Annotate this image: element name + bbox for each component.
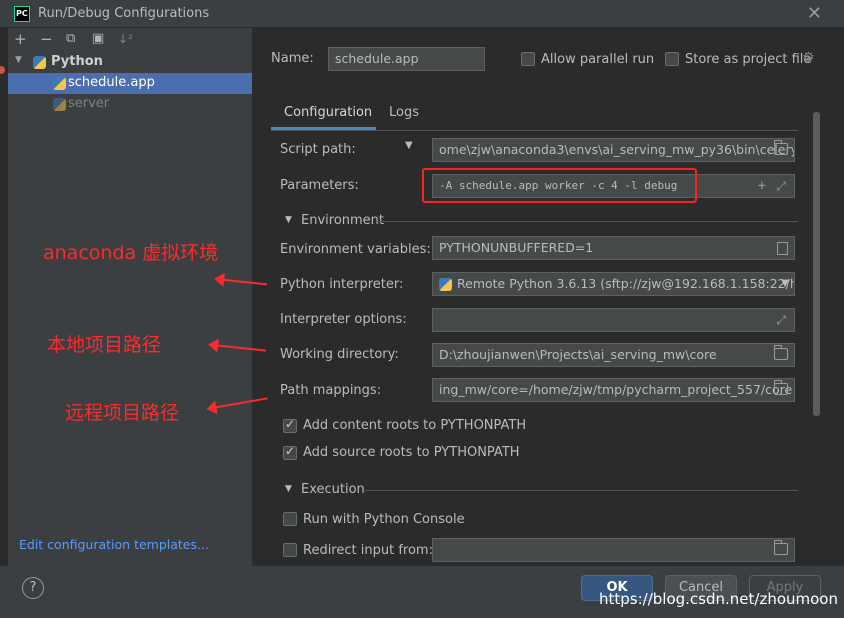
tree-item-label: server: [68, 96, 110, 111]
folder-icon[interactable]: [774, 540, 788, 555]
allow-parallel-checkbox[interactable]: [521, 52, 535, 66]
interp-options-label: Interpreter options:: [280, 312, 407, 327]
working-dir-value: D:\zhoujianwen\Projects\ai_serving_mw\co…: [439, 347, 717, 362]
script-path-value: ome\zjw\anaconda3\envs\ai_serving_mw_py3…: [439, 142, 795, 157]
interp-options-field[interactable]: ⤢: [432, 308, 795, 332]
background-window-edge: [0, 28, 8, 618]
store-project-checkbox[interactable]: [665, 52, 679, 66]
tree-item-python[interactable]: ▼ Python: [8, 52, 252, 73]
sort-icon[interactable]: ↓²: [118, 31, 133, 47]
redirect-input-checkbox[interactable]: [283, 543, 297, 557]
annotation-local-path: 本地项目路径: [47, 334, 162, 356]
redirect-input-label: Redirect input from:: [303, 543, 433, 558]
folder-icon[interactable]: [774, 380, 788, 395]
configuration-form: Name: schedule.app Allow parallel run St…: [255, 28, 822, 566]
edit-templates-link[interactable]: Edit configuration templates...: [19, 537, 209, 552]
env-vars-field[interactable]: PYTHONUNBUFFERED=1: [432, 236, 795, 260]
execution-section-title: Execution: [301, 482, 365, 497]
annotation-highlight-box: [422, 168, 697, 203]
path-mappings-value: ing_mw/core=/home/zjw/tmp/pycharm_projec…: [439, 382, 793, 397]
env-vars-label: Environment variables:: [280, 242, 431, 257]
allow-parallel-label: Allow parallel run: [541, 52, 655, 67]
path-mappings-field[interactable]: ing_mw/core=/home/zjw/tmp/pycharm_projec…: [432, 378, 795, 402]
tree-item-schedule-app[interactable]: schedule.app: [8, 73, 252, 94]
dialog-button-bar: ? OK Cancel Apply https://blog.csdn.net/…: [0, 566, 844, 618]
python-icon: [33, 56, 46, 69]
run-console-label: Run with Python Console: [303, 512, 465, 527]
run-console-checkbox[interactable]: [283, 512, 297, 526]
script-type-dropdown-icon[interactable]: ▼: [405, 140, 413, 151]
working-dir-label: Working directory:: [280, 347, 399, 362]
add-icon[interactable]: +: [14, 31, 27, 47]
interpreter-select[interactable]: Remote Python 3.6.13 (sftp://zjw@192.168…: [432, 272, 795, 296]
tree-item-label: schedule.app: [68, 75, 155, 90]
chevron-down-icon[interactable]: ▼: [781, 273, 789, 295]
script-path-label: Script path:: [280, 142, 356, 157]
tree-toolbar: + − ⧉ ▣ ↓²: [8, 28, 252, 52]
tab-divider: [271, 130, 798, 131]
interpreter-value: Remote Python 3.6.13 (sftp://zjw@192.168…: [457, 276, 795, 291]
pycharm-app-icon: PC: [14, 6, 30, 22]
python-remote-icon: [439, 278, 452, 291]
script-path-field[interactable]: ome\zjw\anaconda3\envs\ai_serving_mw_py3…: [432, 138, 795, 162]
gear-icon[interactable]: ⚙: [802, 50, 815, 66]
section-divider: [377, 221, 798, 222]
window-title: Run/Debug Configurations: [38, 6, 210, 21]
add-content-roots-checkbox[interactable]: [283, 417, 297, 433]
edit-list-icon[interactable]: [777, 242, 788, 255]
add-source-roots-checkbox[interactable]: [283, 444, 297, 460]
tree-item-label: Python: [51, 54, 103, 69]
expand-icon[interactable]: ⤢: [776, 309, 786, 331]
tree-item-server[interactable]: server: [8, 94, 252, 115]
collapse-arrow-icon[interactable]: ▼: [285, 484, 292, 494]
interpreter-label: Python interpreter:: [280, 277, 404, 292]
watermark-text: https://blog.csdn.net/zhoumoon: [599, 590, 838, 608]
folder-icon[interactable]: [774, 140, 788, 155]
redirect-input-field[interactable]: [432, 538, 795, 562]
path-mappings-label: Path mappings:: [280, 383, 382, 398]
section-divider: [365, 490, 798, 491]
configuration-tree-panel: + − ⧉ ▣ ↓² ▼ Python schedule.app server …: [8, 28, 253, 566]
collapse-arrow-icon[interactable]: ▼: [285, 215, 292, 225]
background-red-dot: [0, 66, 5, 74]
tab-logs[interactable]: Logs: [389, 105, 419, 120]
form-scrollbar[interactable]: [813, 112, 820, 416]
expand-arrow-icon[interactable]: ▼: [15, 55, 22, 65]
help-button[interactable]: ?: [22, 577, 44, 599]
insert-macro-icon[interactable]: +: [758, 175, 766, 197]
python-config-icon: [53, 77, 66, 90]
environment-section-title: Environment: [301, 213, 385, 228]
remove-icon[interactable]: −: [40, 31, 53, 47]
store-project-label: Store as project file: [685, 52, 812, 67]
python-config-icon: [53, 98, 66, 111]
tab-configuration[interactable]: Configuration: [284, 105, 372, 120]
annotation-remote-path: 远程项目路径: [65, 402, 180, 424]
close-icon[interactable]: ✕: [807, 3, 822, 24]
env-vars-value: PYTHONUNBUFFERED=1: [439, 240, 594, 255]
copy-icon[interactable]: ⧉: [66, 31, 75, 47]
parameters-label: Parameters:: [280, 178, 359, 193]
title-bar: PC Run/Debug Configurations ✕: [0, 0, 844, 28]
name-label: Name:: [271, 51, 314, 66]
folder-icon[interactable]: [774, 345, 788, 360]
expand-icon[interactable]: ⤢: [776, 175, 786, 197]
new-folder-icon[interactable]: ▣: [92, 31, 104, 47]
working-dir-field[interactable]: D:\zhoujianwen\Projects\ai_serving_mw\co…: [432, 343, 795, 367]
add-content-roots-label: Add content roots to PYTHONPATH: [303, 418, 527, 433]
name-input[interactable]: schedule.app: [328, 47, 485, 71]
add-source-roots-label: Add source roots to PYTHONPATH: [303, 445, 520, 460]
annotation-anaconda: anaconda 虚拟环境: [43, 242, 219, 264]
